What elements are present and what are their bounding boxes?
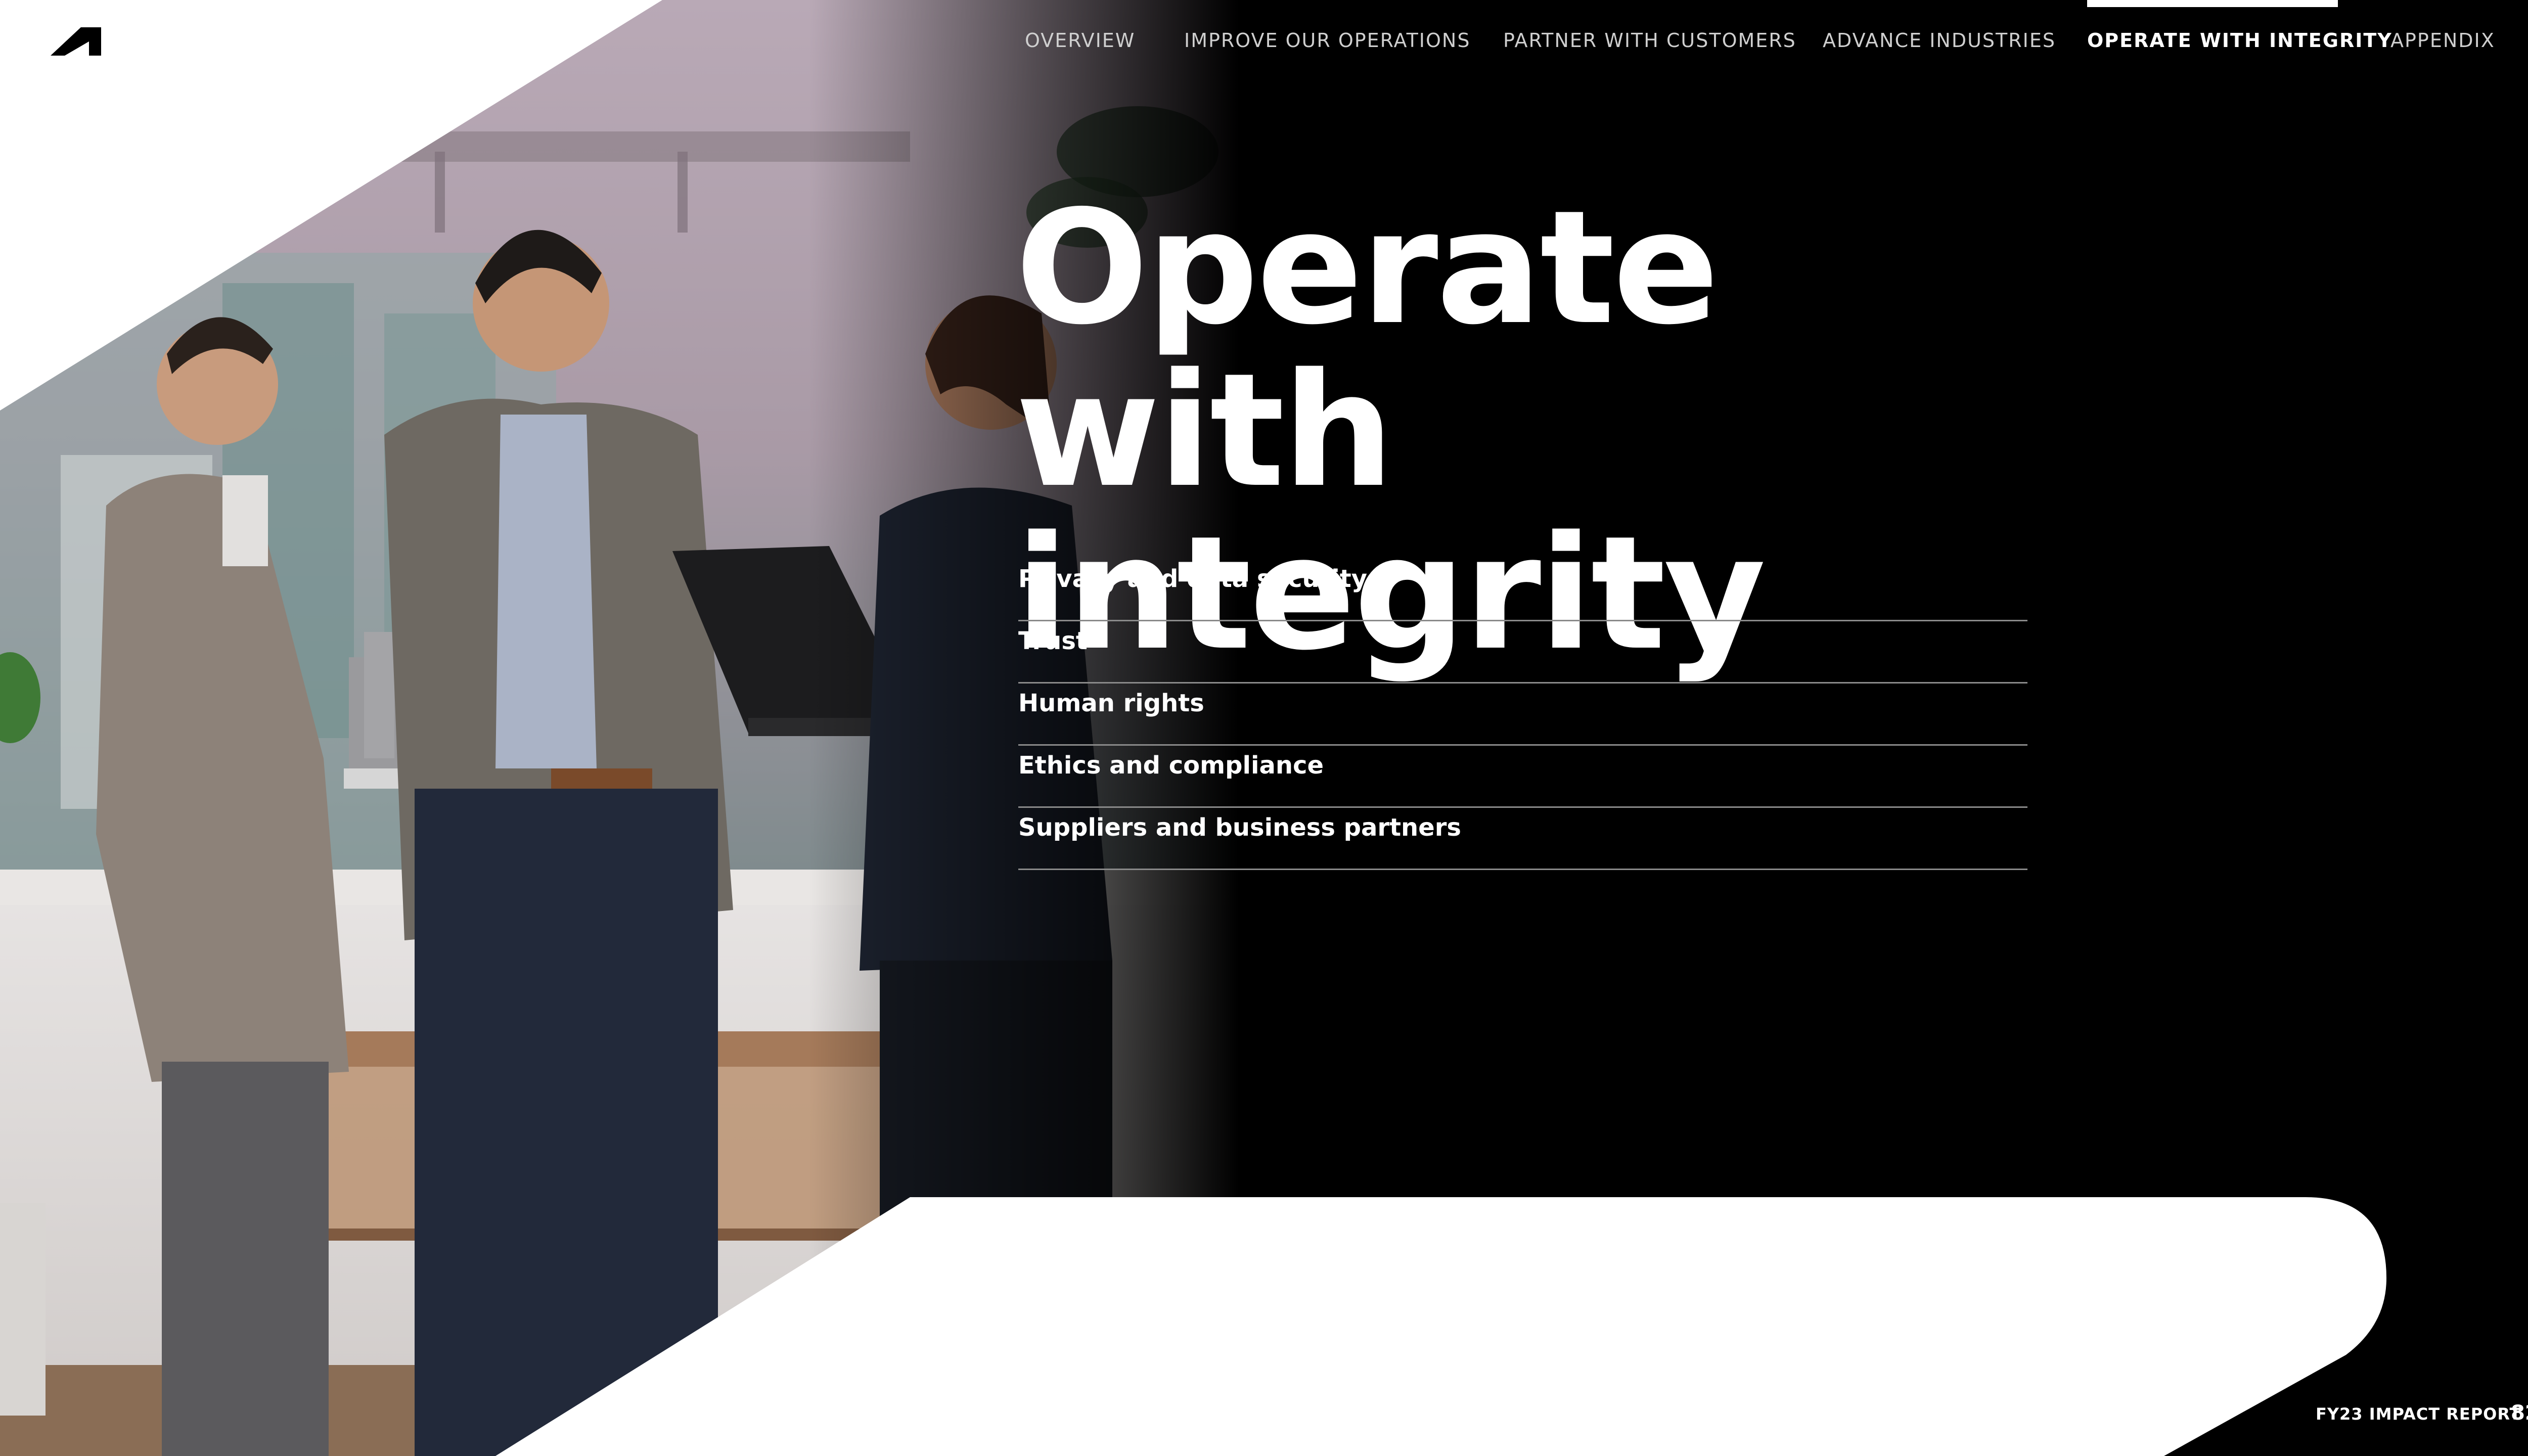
- nav-active-indicator: [2087, 0, 2338, 7]
- topic-link-privacy-data-security[interactable]: Privacy and data security: [1018, 559, 2027, 621]
- page-number: 82: [2511, 1401, 2528, 1425]
- topic-link-ethics-compliance[interactable]: Ethics and compliance: [1018, 746, 2027, 808]
- nav-item-partner-with-customers[interactable]: PARTNER WITH CUSTOMERS: [1503, 29, 1796, 52]
- report-page: OVERVIEW IMPROVE OUR OPERATIONS PARTNER …: [0, 0, 2528, 1456]
- nav-item-appendix[interactable]: APPENDIX: [2390, 29, 2495, 52]
- topic-list: Privacy and data security Trust Human ri…: [1018, 559, 2027, 870]
- nav-item-improve-our-operations[interactable]: IMPROVE OUR OPERATIONS: [1184, 29, 1470, 52]
- topic-label: Ethics and compliance: [1018, 751, 1324, 780]
- topic-label: Suppliers and business partners: [1018, 813, 1461, 842]
- page-title-line-1: Operate with: [1015, 177, 1719, 522]
- topic-label: Human rights: [1018, 689, 1204, 717]
- nav-item-operate-with-integrity[interactable]: OPERATE WITH INTEGRITY: [2087, 29, 2392, 52]
- nav-item-overview[interactable]: OVERVIEW: [1025, 29, 1135, 52]
- topic-link-trust[interactable]: Trust: [1018, 621, 2027, 684]
- topic-link-suppliers-business-partners[interactable]: Suppliers and business partners: [1018, 808, 2027, 870]
- topic-link-human-rights[interactable]: Human rights: [1018, 684, 2027, 746]
- topic-label: Trust: [1018, 627, 1088, 655]
- topic-label: Privacy and data security: [1018, 565, 1367, 593]
- top-navigation: OVERVIEW IMPROVE OUR OPERATIONS PARTNER …: [0, 0, 2528, 71]
- report-label: FY23 IMPACT REPORT: [2316, 1404, 2521, 1424]
- nav-item-advance-industries[interactable]: ADVANCE INDUSTRIES: [1823, 29, 2056, 52]
